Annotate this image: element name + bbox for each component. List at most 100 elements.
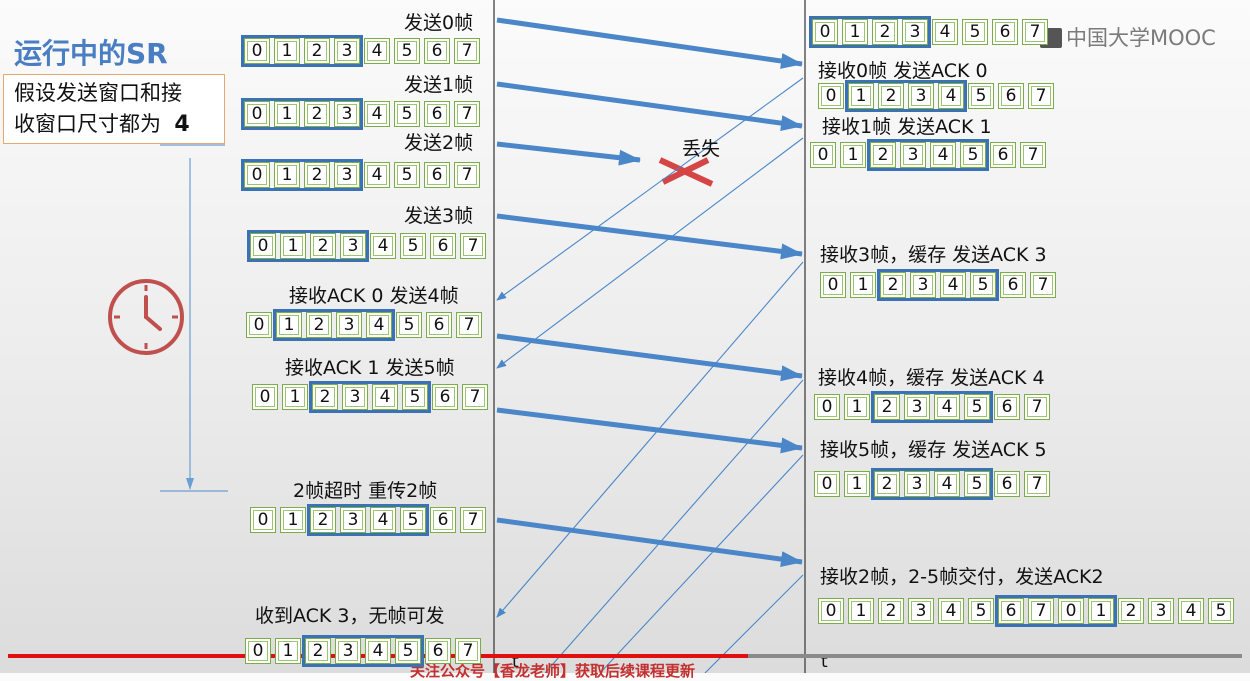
sequence-cell: 0: [246, 312, 272, 338]
sequence-cell: 1: [275, 638, 301, 664]
sequence-cell: 5: [394, 101, 420, 127]
sequence-cell: 4: [364, 38, 390, 64]
receiver-event-2-window: [867, 139, 989, 171]
assumption-box: 假设发送窗口和接 收窗口尺寸都为 4: [3, 74, 225, 144]
receiver-event-6-label: 接收2帧，2-5帧交付，发送ACK2: [820, 566, 1104, 588]
mooc-watermark: 中国大学MOOC: [1040, 22, 1216, 52]
sequence-cell: 0: [252, 384, 278, 410]
sequence-cell: 6: [990, 142, 1016, 168]
sequence-cell: 5: [396, 312, 422, 338]
sequence-cell: 1: [280, 507, 306, 533]
sequence-cell: 1: [850, 272, 876, 298]
sequence-cell: 6: [426, 312, 452, 338]
ack-line-1: [599, 454, 804, 673]
sequence-cell: 6: [1000, 272, 1026, 298]
sender-event-7-label: 收到ACK 3，无帧可发: [255, 605, 445, 627]
clock-icon: [106, 277, 186, 357]
frame-arrow-0: [496, 17, 803, 69]
frame-arrow-4: [496, 407, 803, 454]
sequence-cell: 0: [818, 598, 844, 624]
sequence-cell: 7: [1020, 142, 1046, 168]
diagram-stage: 运行中的SR 假设发送窗口和接 收窗口尺寸都为 4 中国大学MOOC 丢失 t …: [0, 0, 1250, 680]
sender-event-4-label: 接收ACK 0 发送4帧: [289, 285, 459, 307]
sender-event-2-window: [241, 159, 363, 191]
sequence-cell: 0: [814, 471, 840, 497]
sequence-cell: 6: [430, 507, 456, 533]
sequence-cell: 7: [1028, 83, 1054, 109]
sequence-cell: 5: [962, 19, 988, 45]
sequence-cell: 5: [968, 598, 994, 624]
sequence-cell: 6: [992, 19, 1018, 45]
sequence-cell: 4: [364, 101, 390, 127]
sender-event-7-window: [302, 635, 424, 667]
sequence-cell: 7: [454, 101, 480, 127]
sequence-cell: 6: [430, 233, 456, 259]
sequence-cell: 6: [425, 638, 451, 664]
ack-line-2: [704, 574, 804, 673]
sequence-cell: 6: [998, 83, 1024, 109]
sequence-cell: 7: [1024, 471, 1050, 497]
sequence-cell: 0: [810, 142, 836, 168]
sequence-cell: 6: [424, 101, 450, 127]
sequence-cell: 1: [844, 471, 870, 497]
sequence-cell: 0: [820, 272, 846, 298]
sequence-cell: 1: [840, 142, 866, 168]
sequence-cell: 1: [844, 394, 870, 420]
assumption-line-2: 收窗口尺寸都为: [14, 112, 161, 136]
sequence-cell: 7: [454, 162, 480, 188]
sequence-cell: 0: [818, 83, 844, 109]
sequence-cell: 0: [814, 394, 840, 420]
sequence-cell: 4: [1178, 598, 1204, 624]
sequence-cell: 6: [424, 162, 450, 188]
sender-event-5-window: [309, 381, 431, 413]
sequence-cell: 7: [456, 312, 482, 338]
sender-event-1-window: [241, 98, 363, 130]
receiver-event-5-window: [871, 468, 993, 500]
sequence-cell: 2: [878, 598, 904, 624]
sender-event-3-label: 发送3帧: [404, 205, 474, 227]
sequence-cell: 0: [245, 638, 271, 664]
sender-event-2-label: 发送2帧: [404, 132, 474, 154]
receiver-event-4-window: [871, 391, 993, 423]
sequence-cell: 3: [908, 598, 934, 624]
sequence-cell: 5: [1208, 598, 1234, 624]
assumption-line-1: 假设发送窗口和接: [14, 81, 182, 105]
sender-event-6-label: 2帧超时 重传2帧: [293, 480, 438, 502]
page-title: 运行中的SR: [14, 37, 168, 70]
sequence-cell: 4: [364, 162, 390, 188]
ack-arrow-2: [496, 261, 804, 618]
lost-frame-arrow: [496, 141, 641, 166]
sequence-cell: 4: [370, 233, 396, 259]
ack-arrow-0: [496, 77, 804, 301]
sender-event-5-label: 接收ACK 1 发送5帧: [285, 357, 455, 379]
sender-event-0-window: [241, 35, 363, 67]
frame-arrow-5: [496, 517, 803, 568]
sequence-cell: 5: [400, 233, 426, 259]
ack-arrow-1: [496, 137, 804, 369]
sequence-cell: 6: [994, 471, 1020, 497]
lost-label: 丢失: [682, 138, 721, 160]
sequence-cell: 7: [1030, 272, 1056, 298]
receiver-event-2-label: 接收1帧 发送ACK 1: [822, 116, 992, 138]
sequence-cell: 5: [394, 162, 420, 188]
sequence-cell: 1: [848, 598, 874, 624]
sequence-cell: 4: [938, 598, 964, 624]
frame-arrow-2: [496, 213, 803, 260]
receiver-event-4-label: 接收4帧，缓存 发送ACK 4: [818, 367, 1045, 389]
window-size-value: 4: [174, 112, 190, 137]
sequence-cell: 6: [994, 394, 1020, 420]
sequence-cell: 5: [394, 38, 420, 64]
sequence-cell: 7: [460, 233, 486, 259]
sequence-cell: 7: [460, 507, 486, 533]
sequence-cell: 6: [424, 38, 450, 64]
sender-event-1-label: 发送1帧: [404, 74, 474, 96]
ack-line-0: [544, 379, 804, 673]
sequence-cell: 3: [1148, 598, 1174, 624]
receiver-event-1-window: [845, 80, 967, 112]
receiver-event-0-window: [809, 16, 931, 48]
sender-event-0-label: 发送0帧: [404, 12, 474, 34]
sequence-cell: 2: [1118, 598, 1144, 624]
frame-arrow-3: [496, 333, 803, 382]
receiver-event-6-window: [995, 595, 1117, 627]
sequence-cell: 7: [462, 384, 488, 410]
